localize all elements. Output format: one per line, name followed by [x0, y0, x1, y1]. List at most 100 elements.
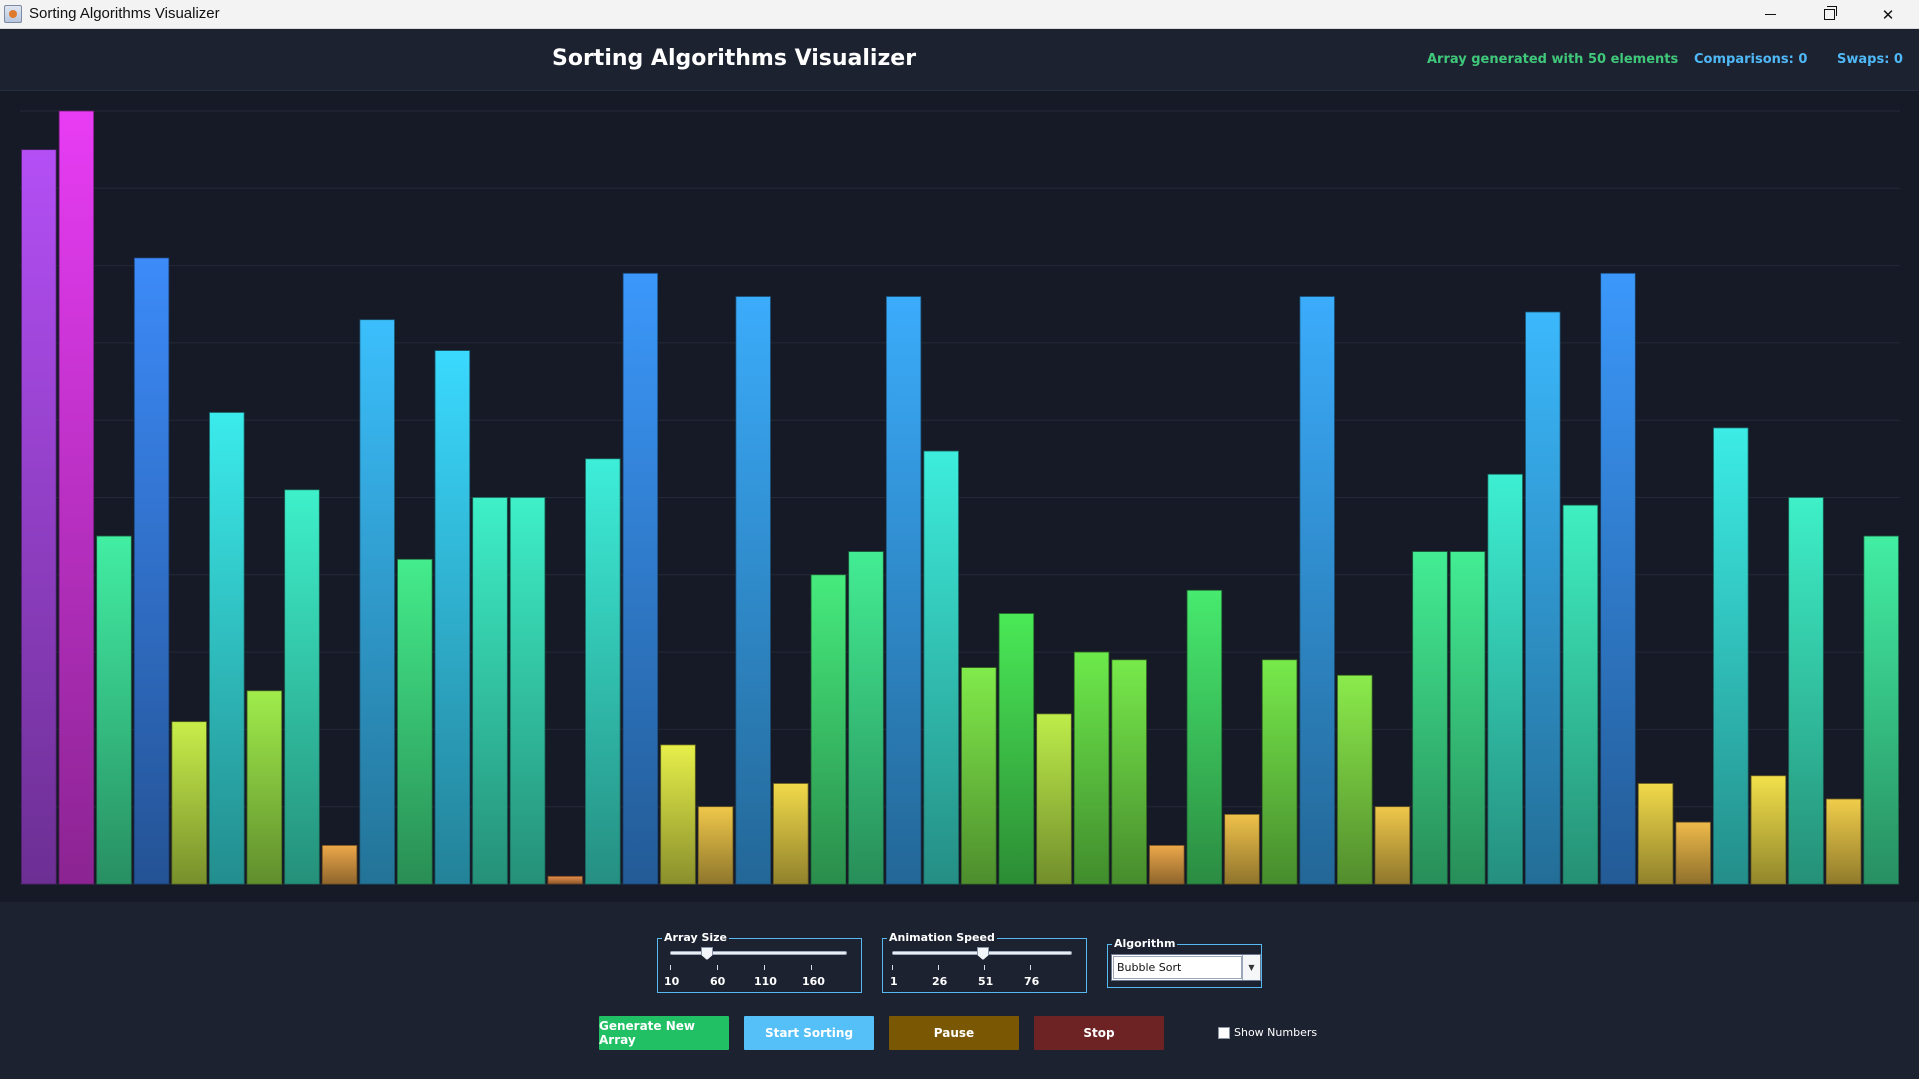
array-bar: [1675, 821, 1711, 885]
chevron-down-icon[interactable]: ▼: [1242, 955, 1260, 980]
maximize-button[interactable]: [1800, 0, 1858, 29]
array-bar: [1374, 806, 1411, 885]
tick: [811, 965, 812, 970]
animation-speed-group: Animation Speed 1 26 51 76: [882, 931, 1087, 993]
array-bar: [885, 296, 922, 885]
tick-label: 60: [710, 975, 726, 988]
tick-label: 76: [1024, 975, 1040, 988]
array-bar: [1487, 473, 1523, 885]
array-bar: [1149, 845, 1185, 885]
tick: [764, 965, 765, 970]
array-bar: [1863, 535, 1899, 885]
array-bar: [697, 806, 734, 885]
array-bar: [321, 845, 358, 885]
tick-label: 26: [932, 975, 948, 988]
array-bar: [96, 535, 132, 885]
array-bar: [434, 350, 471, 885]
array-bar: [509, 497, 546, 885]
page-title: Sorting Algorithms Visualizer: [552, 46, 917, 71]
array-bar: [773, 783, 809, 885]
array-bar: [923, 450, 959, 885]
swaps-counter: Swaps: 0: [1837, 52, 1903, 67]
array-size-label: Array Size: [662, 931, 730, 944]
array-bar: [998, 613, 1035, 885]
array-size-slider-thumb[interactable]: [701, 947, 713, 960]
array-bar: [1449, 551, 1486, 885]
array-bar: [810, 574, 847, 885]
window-title: Sorting Algorithms Visualizer: [29, 5, 220, 22]
java-app-icon: [4, 5, 22, 23]
visualization-panel: [0, 91, 1919, 902]
controls-panel: Array Size 10 60 110 160 Animation Speed…: [0, 902, 1919, 1079]
show-numbers-toggle[interactable]: Show Numbers: [1218, 1026, 1317, 1039]
array-size-slider[interactable]: [670, 951, 847, 955]
close-icon: ✕: [1881, 5, 1895, 24]
tick: [892, 965, 893, 970]
algorithm-selected-value: Bubble Sort: [1113, 956, 1242, 979]
algorithm-group: Algorithm Bubble Sort ▼: [1107, 937, 1262, 988]
array-bar: [1600, 272, 1636, 885]
array-bar: [21, 149, 57, 885]
tick-label: 110: [754, 975, 777, 988]
array-bar: [1186, 589, 1223, 885]
array-bar: [397, 558, 433, 885]
array-bar: [585, 458, 621, 885]
array-bar: [1713, 427, 1749, 885]
array-bar: [1412, 551, 1448, 885]
show-numbers-label: Show Numbers: [1234, 1026, 1318, 1039]
array-bar: [1224, 814, 1260, 885]
tick: [717, 965, 718, 970]
close-button[interactable]: ✕: [1859, 0, 1917, 29]
window-title-bar: Sorting Algorithms Visualizer ✕: [0, 0, 1919, 29]
algorithm-label: Algorithm: [1112, 937, 1178, 950]
array-bar: [359, 319, 395, 885]
tick-label: 51: [978, 975, 994, 988]
algorithm-select[interactable]: Bubble Sort ▼: [1111, 954, 1261, 981]
array-bar: [1299, 296, 1335, 885]
restore-icon: [1823, 6, 1837, 20]
array-bar: [735, 296, 771, 885]
array-bar: [1337, 674, 1373, 885]
tick: [670, 965, 671, 970]
animation-speed-slider-thumb[interactable]: [977, 947, 989, 960]
array-bar: [1111, 659, 1147, 885]
minimize-button[interactable]: [1741, 0, 1799, 29]
array-bar: [1261, 659, 1298, 885]
array-bar: [1073, 651, 1110, 885]
show-numbers-checkbox[interactable]: [1218, 1026, 1230, 1039]
comparisons-counter: Comparisons: 0: [1694, 52, 1808, 67]
array-bar: [472, 497, 508, 885]
array-bar: [961, 667, 997, 885]
generate-array-button[interactable]: Generate New Array: [599, 1016, 729, 1050]
tick: [984, 965, 985, 970]
array-bar: [1825, 798, 1862, 885]
array-bar: [246, 690, 283, 885]
array-bar: [209, 412, 245, 885]
pause-button[interactable]: Pause: [889, 1016, 1019, 1050]
bar-chart: [20, 110, 1900, 885]
array-bar: [547, 875, 583, 885]
array-bar: [284, 489, 320, 885]
array-bar: [1562, 504, 1599, 885]
header: Sorting Algorithms Visualizer Array gene…: [0, 29, 1919, 91]
stop-button[interactable]: Stop: [1034, 1016, 1164, 1050]
array-bar: [58, 110, 95, 885]
animation-speed-label: Animation Speed: [887, 931, 997, 944]
minimize-icon: [1764, 14, 1776, 15]
array-bar: [1036, 713, 1072, 885]
array-bar: [1788, 497, 1824, 885]
start-sorting-button[interactable]: Start Sorting: [744, 1016, 874, 1050]
tick: [1030, 965, 1031, 970]
tick-label: 1: [890, 975, 898, 988]
array-bar: [622, 272, 659, 885]
array-bar: [171, 721, 207, 885]
array-bar: [1750, 775, 1787, 885]
tick-label: 160: [802, 975, 825, 988]
array-size-group: Array Size 10 60 110 160: [657, 931, 862, 993]
array-bar: [660, 744, 696, 885]
tick: [938, 965, 939, 970]
array-bar: [848, 551, 884, 885]
array-bar: [133, 257, 170, 885]
tick-label: 10: [664, 975, 680, 988]
array-bar: [1525, 311, 1561, 885]
